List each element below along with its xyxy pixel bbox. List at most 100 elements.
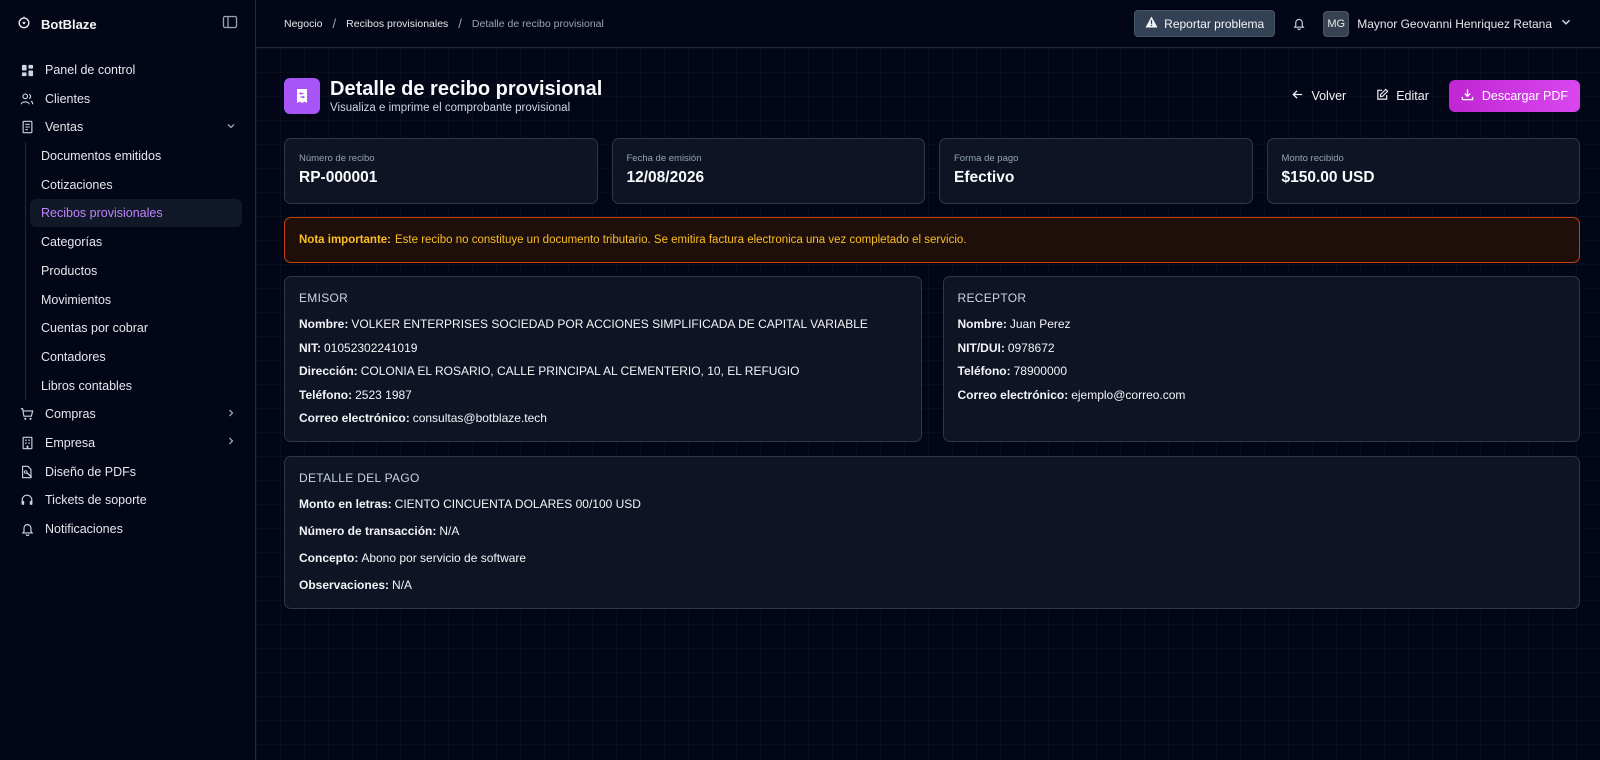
breadcrumb-negocio[interactable]: Negocio — [284, 18, 323, 30]
row-label: Correo electrónico: — [957, 387, 1069, 402]
stat-card-receipt-number: Número de recibo RP-000001 — [284, 138, 598, 204]
stat-label: Fecha de emisión — [626, 153, 702, 164]
row-label: Dirección: — [299, 364, 358, 379]
emisor-card: EMISOR Nombre: VOLKER ENTERPRISES SOCIEDA… — [284, 276, 922, 442]
sidebar-item-movimientos[interactable]: Movimientos — [30, 286, 242, 314]
breadcrumb-recibos-provisionales[interactable]: Recibos provisionales — [346, 18, 448, 30]
info-row: Nombre: Juan Perez — [958, 315, 1566, 339]
chevron-right-icon — [226, 408, 236, 421]
sidebar-subitem-label: Movimientos — [41, 292, 112, 307]
sidebar-item-label: Empresa — [45, 435, 96, 450]
row-value: CIENTO CINCUENTA DOLARES 00/100 USD — [394, 497, 641, 511]
stat-label: Número de recibo — [299, 153, 375, 164]
sidebar-nav: Panel de control Clientes Ventas Documen… — [13, 56, 242, 543]
row-value: 01052302241019 — [324, 340, 418, 355]
row-value: Abono por servicio de software — [361, 551, 527, 565]
stat-card-amount-received: Monto recibido $150.00 USD — [1266, 138, 1580, 204]
row-label: Teléfono: — [299, 387, 353, 402]
sidebar-subitem-label: Contadores — [41, 349, 106, 364]
stat-value: Efectivo — [954, 169, 1015, 186]
sidebar-toggle-icon[interactable] — [222, 14, 238, 35]
sidebar-item-tickets-de-soporte[interactable]: Tickets de soporte — [13, 486, 242, 514]
sidebar-item-ventas[interactable]: Ventas — [13, 113, 242, 141]
row-label: Monto en letras: — [299, 497, 392, 511]
stat-value: 12/08/2026 — [626, 169, 705, 186]
sidebar-item-contadores[interactable]: Contadores — [30, 343, 242, 371]
edit-label: Editar — [1396, 89, 1429, 103]
row-label: Correo electrónico: — [299, 411, 410, 426]
edit-icon — [1376, 88, 1389, 104]
chevron-right-icon — [226, 436, 236, 449]
sidebar-item-diseno-de-pdfs[interactable]: Diseño de PDFs — [13, 458, 242, 486]
bell-icon — [19, 521, 35, 537]
back-label: Volver — [1311, 89, 1347, 103]
sidebar-item-documentos-emitidos[interactable]: Documentos emitidos — [30, 142, 242, 170]
stat-label: Forma de pago — [954, 153, 1019, 164]
breadcrumb-current: Detalle de recibo provisional — [471, 17, 604, 30]
sidebar-item-libros-contables[interactable]: Libros contables — [30, 372, 242, 400]
ventas-subnav: Documentos emitidos Cotizaciones Recibos… — [25, 142, 242, 400]
info-row: Correo electrónico: ejemplo@correo.com — [958, 386, 1566, 410]
sidebar-item-empresa[interactable]: Empresa — [13, 429, 242, 457]
sidebar-item-panel-de-control[interactable]: Panel de control — [13, 56, 242, 84]
sidebar-subitem-label: Libros contables — [41, 378, 133, 393]
sidebar-subitem-label: Categorías — [41, 235, 103, 250]
report-problem-label: Reportar problema — [1164, 16, 1265, 31]
page-content: Detalle de recibo provisional Visualiza … — [256, 48, 1600, 609]
info-row: Teléfono: 2523 1987 — [299, 386, 907, 410]
botblaze-logo-icon — [17, 15, 31, 34]
info-row: NIT/DUI: 0978672 — [958, 339, 1566, 363]
download-pdf-button[interactable]: Descargar PDF — [1448, 80, 1580, 112]
warning-icon — [1145, 16, 1158, 31]
chevron-down-icon — [1560, 16, 1572, 31]
row-value: VOLKER ENTERPRISES SOCIEDAD POR ACCIONES… — [351, 317, 868, 331]
info-row: Correo electrónico: consultas@botblaze.te… — [299, 409, 907, 433]
stat-label: Monto recibido — [1281, 153, 1344, 164]
dashboard-icon — [19, 62, 35, 78]
row-label: Teléfono: — [957, 364, 1011, 379]
breadcrumb: Negocio / Recibos provisionales / Detall… — [284, 16, 604, 31]
sidebar-item-notificaciones[interactable]: Notificaciones — [13, 515, 242, 543]
sidebar-item-categorias[interactable]: Categorías — [30, 228, 242, 256]
sidebar-item-productos[interactable]: Productos — [30, 257, 242, 285]
brand-header: BotBlaze — [13, 0, 242, 48]
summary-stats: Número de recibo RP-000001 Fecha de emis… — [284, 138, 1580, 204]
sidebar-item-label: Ventas — [45, 120, 84, 135]
card-title: DETALLE DEL PAGO — [299, 471, 420, 485]
row-value: ejemplo@correo.com — [1071, 387, 1186, 402]
notifications-bell-icon[interactable] — [1289, 14, 1309, 34]
sidebar-item-compras[interactable]: Compras — [13, 400, 242, 428]
breadcrumb-separator: / — [458, 16, 462, 31]
info-row: Dirección: COLONIA EL ROSARIO, CALLE PRIN… — [299, 362, 907, 386]
note-text: Este recibo no constituye un documento t… — [395, 234, 967, 246]
sidebar-item-cuentas-por-cobrar[interactable]: Cuentas por cobrar — [30, 314, 242, 342]
row-value: consultas@botblaze.tech — [412, 411, 547, 426]
row-label: NIT: — [299, 340, 321, 355]
main-area: Negocio / Recibos provisionales / Detall… — [256, 0, 1600, 760]
row-value: COLONIA EL ROSARIO, CALLE PRINCIPAL AL C… — [360, 364, 800, 379]
sidebar-item-recibos-provisionales[interactable]: Recibos provisionales — [30, 199, 242, 228]
brand-name: BotBlaze — [41, 16, 97, 32]
receipt-icon — [19, 119, 35, 135]
edit-button[interactable]: Editar — [1366, 80, 1439, 112]
sidebar-subitem-label: Documentos emitidos — [41, 149, 162, 164]
user-name: Maynor Geovanni Henriquez Retana — [1357, 16, 1552, 31]
download-icon — [1461, 88, 1474, 104]
sidebar-item-cotizaciones[interactable]: Cotizaciones — [30, 171, 242, 199]
payment-detail-card: DETALLE DEL PAGO Monto en letras: CIENTO … — [284, 456, 1580, 609]
building-icon — [19, 435, 35, 451]
back-button[interactable]: Volver — [1281, 80, 1356, 112]
arrow-left-icon — [1291, 88, 1304, 104]
download-pdf-label: Descargar PDF — [1481, 89, 1568, 103]
info-row: Concepto: Abono por servicio de software — [299, 549, 1565, 576]
sidebar-item-label: Notificaciones — [45, 522, 123, 536]
sidebar-item-label: Tickets de soporte — [45, 493, 147, 508]
row-value: 0978672 — [1007, 340, 1055, 355]
sidebar-item-clientes[interactable]: Clientes — [13, 85, 242, 113]
sidebar-subitem-label: Cuentas por cobrar — [41, 321, 149, 336]
row-label: Número de transacción: — [299, 524, 437, 538]
report-problem-button[interactable]: Reportar problema — [1134, 10, 1276, 37]
user-menu[interactable]: MG Maynor Geovanni Henriquez Retana — [1323, 10, 1572, 37]
stat-value: $150.00 USD — [1281, 169, 1375, 186]
topbar: Negocio / Recibos provisionales / Detall… — [256, 0, 1600, 48]
